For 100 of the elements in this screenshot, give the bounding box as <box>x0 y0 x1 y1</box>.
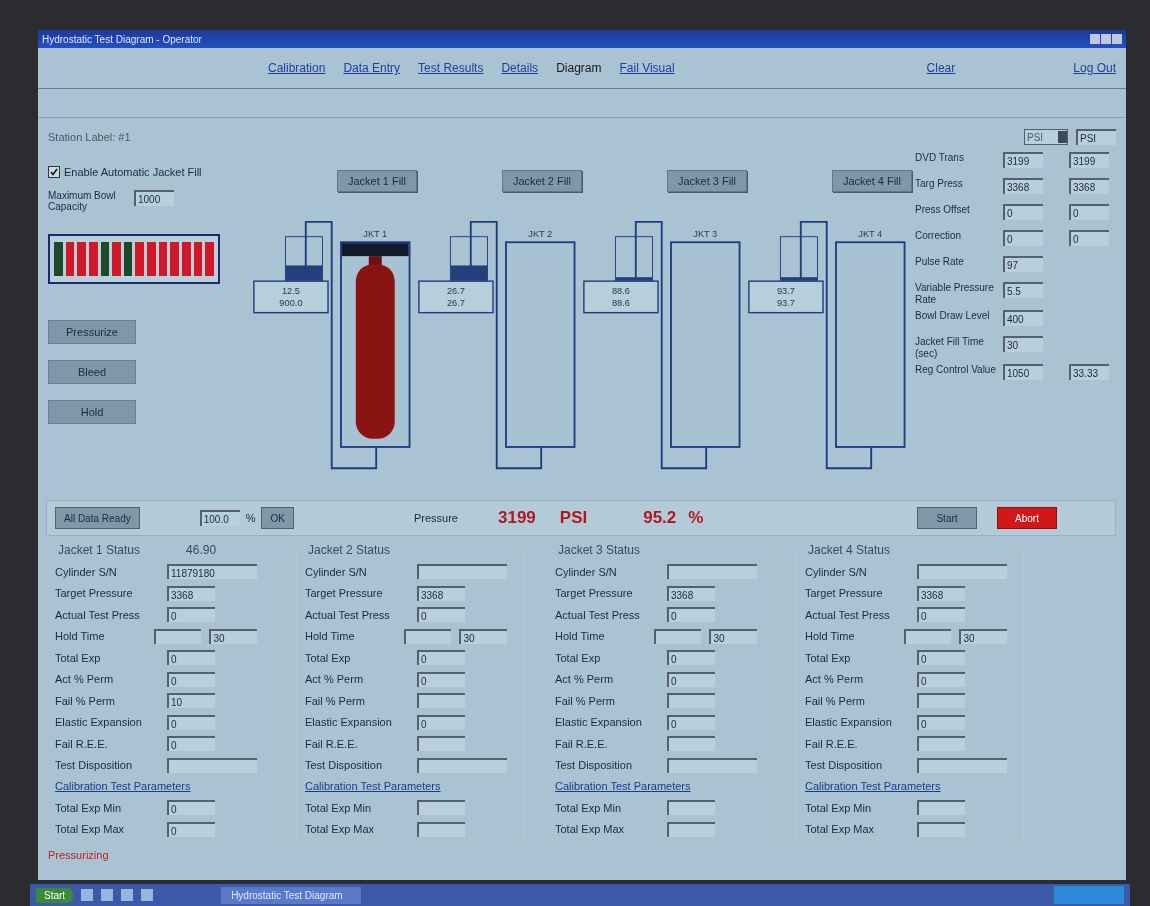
text-field[interactable] <box>417 736 465 752</box>
text-field[interactable] <box>417 693 465 709</box>
text-field[interactable]: 0 <box>917 671 965 687</box>
quick-launch-icon[interactable] <box>121 889 134 901</box>
text-field[interactable]: 1050 <box>1003 364 1043 380</box>
nav-link[interactable]: Fail Visual <box>619 61 675 75</box>
checkbox[interactable] <box>48 166 60 178</box>
jacket-fill-button[interactable]: Jacket 3 Fill <box>666 170 747 192</box>
text-field[interactable]: 30 <box>709 628 757 644</box>
text-field[interactable]: 0 <box>1003 230 1043 246</box>
text-field[interactable]: 3368 <box>917 585 965 601</box>
parameters-link[interactable]: Calibration Test Parameters <box>55 776 191 797</box>
text-field[interactable]: 0 <box>1003 204 1043 220</box>
text-field[interactable] <box>167 757 257 773</box>
parameters-link[interactable]: Calibration Test Parameters <box>305 776 441 797</box>
text-field[interactable] <box>917 800 965 816</box>
text-field[interactable] <box>667 800 715 816</box>
text-field[interactable]: 0 <box>167 821 215 837</box>
window-controls-icon[interactable] <box>1090 34 1122 44</box>
text-field[interactable] <box>653 628 702 644</box>
text-field[interactable]: 0 <box>667 650 715 666</box>
text-field[interactable]: 0 <box>167 736 215 752</box>
text-field[interactable]: 1000 <box>134 190 174 206</box>
taskbar-button[interactable]: Hydrostatic Test Diagram <box>221 886 362 904</box>
text-field[interactable] <box>667 821 715 837</box>
text-field[interactable]: 0 <box>167 650 215 666</box>
parameters-link[interactable]: Calibration Test Parameters <box>555 776 691 797</box>
text-field[interactable]: 0 <box>667 714 715 730</box>
unit-field[interactable]: PSI <box>1076 129 1116 145</box>
text-field[interactable] <box>403 628 452 644</box>
nav-link[interactable]: Log Out <box>1073 61 1116 75</box>
text-field[interactable] <box>903 628 952 644</box>
text-field[interactable] <box>667 757 757 773</box>
text-field[interactable]: 3368 <box>167 585 215 601</box>
ok-button[interactable]: OK <box>261 507 294 529</box>
jacket-fill-button[interactable]: Jacket 1 Fill <box>336 170 417 192</box>
abort-button[interactable]: Abort <box>997 507 1057 529</box>
text-field[interactable] <box>153 628 202 644</box>
text-field[interactable]: 0 <box>1069 230 1109 246</box>
text-field[interactable] <box>417 821 465 837</box>
start-button[interactable]: Start <box>36 887 74 903</box>
control-button[interactable]: Pressurize <box>48 320 136 344</box>
text-field[interactable] <box>917 757 1007 773</box>
text-field[interactable] <box>917 693 965 709</box>
text-field[interactable] <box>667 736 715 752</box>
unit-dropdown[interactable]: PSI <box>1024 129 1068 145</box>
text-field[interactable]: 0 <box>667 607 715 623</box>
text-field[interactable]: 3368 <box>1069 178 1109 194</box>
text-field[interactable]: 0 <box>417 607 465 623</box>
nav-link[interactable]: Test Results <box>418 61 484 75</box>
text-field[interactable] <box>417 564 507 580</box>
text-field[interactable]: 0 <box>667 671 715 687</box>
text-field[interactable]: 10 <box>167 693 215 709</box>
text-field[interactable]: 0 <box>167 800 215 816</box>
text-field[interactable]: 3368 <box>417 585 465 601</box>
text-field[interactable]: 30 <box>1003 336 1043 352</box>
text-field[interactable] <box>917 564 1007 580</box>
text-field[interactable]: 3368 <box>667 585 715 601</box>
text-field[interactable]: 0 <box>167 714 215 730</box>
nav-link[interactable]: Diagram <box>556 61 602 75</box>
data-ready-button[interactable]: All Data Ready <box>55 507 140 529</box>
percent-field[interactable]: 100.0 <box>199 510 240 526</box>
nav-link[interactable]: Clear <box>926 61 956 75</box>
text-field[interactable]: 0 <box>917 650 965 666</box>
text-field[interactable]: 3199 <box>1003 152 1043 168</box>
jacket-fill-button[interactable]: Jacket 2 Fill <box>501 170 582 192</box>
text-field[interactable]: 30 <box>959 628 1007 644</box>
quick-launch-icon[interactable] <box>81 889 94 901</box>
text-field[interactable]: 0 <box>917 714 965 730</box>
text-field[interactable]: 0 <box>1069 204 1109 220</box>
text-field[interactable] <box>917 821 965 837</box>
jacket-fill-button[interactable]: Jacket 4 Fill <box>831 170 912 192</box>
quick-launch-icon[interactable] <box>101 889 114 901</box>
text-field[interactable]: 3368 <box>1003 178 1043 194</box>
text-field[interactable] <box>417 757 507 773</box>
control-button[interactable]: Bleed <box>48 360 136 384</box>
text-field[interactable]: 0 <box>417 714 465 730</box>
control-button[interactable]: Hold <box>48 400 136 424</box>
quick-launch-icon[interactable] <box>141 889 154 901</box>
text-field[interactable]: 97 <box>1003 256 1043 272</box>
text-field[interactable] <box>417 800 465 816</box>
nav-link[interactable]: Calibration <box>268 61 326 75</box>
text-field[interactable]: 0 <box>417 671 465 687</box>
text-field[interactable] <box>917 736 965 752</box>
text-field[interactable]: 30 <box>459 628 507 644</box>
nav-link[interactable]: Details <box>501 61 539 75</box>
text-field[interactable]: 0 <box>167 607 215 623</box>
text-field[interactable]: 3199 <box>1069 152 1109 168</box>
parameters-link[interactable]: Calibration Test Parameters <box>805 776 941 797</box>
text-field[interactable]: 5.5 <box>1003 282 1043 298</box>
text-field[interactable]: 0 <box>917 607 965 623</box>
nav-link[interactable]: Data Entry <box>343 61 401 75</box>
text-field[interactable]: 30 <box>209 628 257 644</box>
text-field[interactable]: 0 <box>167 671 215 687</box>
text-field[interactable] <box>667 564 757 580</box>
text-field[interactable]: 33.33 <box>1069 364 1109 380</box>
text-field[interactable]: 0 <box>417 650 465 666</box>
text-field[interactable]: 11879180 <box>167 564 257 580</box>
start-button[interactable]: Start <box>917 507 977 529</box>
text-field[interactable]: 400 <box>1003 310 1043 326</box>
